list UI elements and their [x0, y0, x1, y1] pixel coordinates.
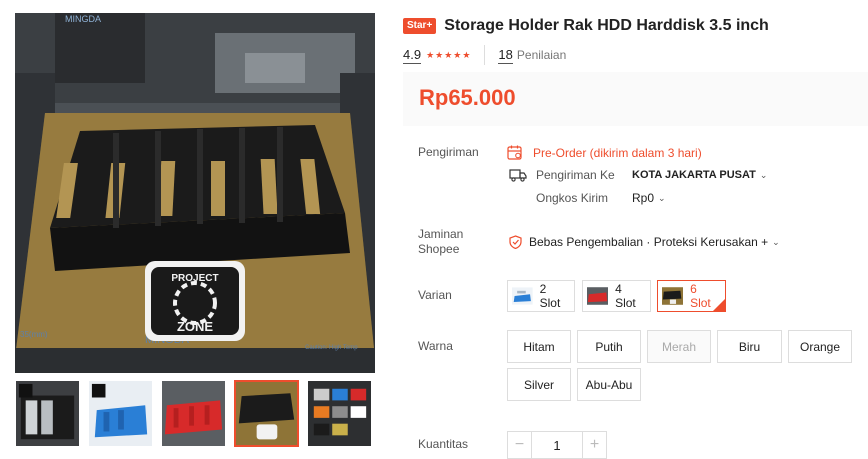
chevron-down-icon[interactable]: ⌄ [760, 170, 768, 181]
thumbnail-strip [15, 380, 375, 447]
thumbnail-2[interactable] [88, 380, 153, 447]
truck-icon [509, 169, 527, 182]
shipping-label: Pengiriman [418, 145, 479, 159]
brand-top-text: MINGDA [65, 14, 101, 24]
quantity-minus-button[interactable]: − [507, 431, 532, 459]
variant-4-slot-label: 4 Slot [615, 282, 636, 310]
ship-cost-label: Ongkos Kirim [536, 191, 609, 205]
ship-cost-row: Ongkos Kirim Rp0 ⌄ [536, 191, 666, 205]
divider [484, 45, 486, 65]
thumbnail-1[interactable] [15, 380, 80, 447]
thumbnail-3[interactable] [161, 380, 226, 447]
color-hitam[interactable]: Hitam [507, 330, 571, 363]
guarantee-row[interactable]: Bebas Pengembalian · Proteksi Kerusakan … [509, 235, 780, 249]
calendar-icon [507, 145, 522, 160]
variant-2-slot-label: 2 Slot [539, 282, 561, 310]
logo-line2: ZONE [177, 319, 213, 334]
ship-to-row: Pengiriman Ke KOTA JAKARTA PUSAT ⌄ [509, 168, 767, 182]
guarantee-text: Bebas Pengembalian · Proteksi Kerusakan … [529, 235, 769, 249]
ship-to-value[interactable]: KOTA JAKARTA PUSAT [632, 169, 756, 181]
preorder-row: Pre-Order (dikirim dalam 3 hari) [507, 145, 702, 160]
review-label: Penilaian [516, 48, 567, 62]
rating-row: 4.9 ★★★★★ 18 Penilaian [403, 45, 566, 65]
chevron-down-icon[interactable]: ⌄ [658, 193, 666, 204]
quantity-label: Kuantitas [418, 437, 469, 451]
main-product-image[interactable]: MINGDA MINGDA 35(mm) Caution: High Temp [15, 13, 375, 373]
chevron-down-icon[interactable]: ⌄ [772, 237, 780, 248]
ship-to-label: Pengiriman Ke [536, 168, 615, 182]
price: Rp65.000 [419, 85, 516, 110]
color-silver[interactable]: Silver [507, 368, 571, 401]
quantity-input[interactable]: 1 [532, 431, 582, 459]
logo-line1: PROJECT [171, 273, 218, 284]
color-orange[interactable]: Orange [788, 330, 852, 363]
guarantee-label: Jaminan Shopee [418, 227, 463, 257]
price-box: Rp65.000 [403, 72, 868, 126]
variant-2-slot-thumb-icon [512, 287, 533, 305]
star-plus-badge: Star+ [403, 18, 437, 34]
color-abu-abu[interactable]: Abu-Abu [577, 368, 641, 401]
guarantee-label-line1: Jaminan [418, 227, 464, 241]
rating-value[interactable]: 4.9 [403, 47, 422, 64]
guarantee-label-line2: Shopee [418, 242, 460, 256]
variant-6-slot[interactable]: 6 Slot [657, 280, 726, 312]
variant-6-slot-thumb-icon [662, 287, 684, 305]
variant-4-slot[interactable]: 4 Slot [582, 280, 651, 312]
quantity-stepper: − 1 + [507, 431, 607, 459]
preorder-text: Pre-Order (dikirim dalam 3 hari) [533, 145, 702, 160]
variant-label: Varian [418, 288, 452, 302]
shield-icon [509, 235, 522, 249]
review-count[interactable]: 18 [498, 47, 513, 64]
warning-text: Caution: High Temp [305, 345, 358, 351]
color-putih[interactable]: Putih [577, 330, 641, 363]
quantity-plus-button[interactable]: + [582, 431, 607, 459]
product-title: Storage Holder Rak HDD Harddisk 3.5 inch [444, 17, 769, 34]
rating-stars-icon: ★★★★★ [426, 49, 472, 60]
thumbnail-4[interactable] [234, 380, 299, 447]
variant-2-slot[interactable]: 2 Slot [507, 280, 575, 312]
bed-text: 35(mm) [20, 330, 48, 339]
thumbnail-5[interactable] [307, 380, 372, 447]
color-merah: Merah [647, 330, 711, 363]
selected-check-icon [713, 299, 725, 311]
title-row: Star+ Storage Holder Rak HDD Harddisk 3.… [403, 17, 769, 35]
printer-photo: MINGDA MINGDA 35(mm) Caution: High Temp [15, 13, 375, 373]
color-biru[interactable]: Biru [717, 330, 782, 363]
color-label: Warna [418, 339, 453, 353]
ship-cost-value[interactable]: Rp0 [632, 191, 654, 205]
variant-4-slot-thumb-icon [587, 287, 609, 305]
